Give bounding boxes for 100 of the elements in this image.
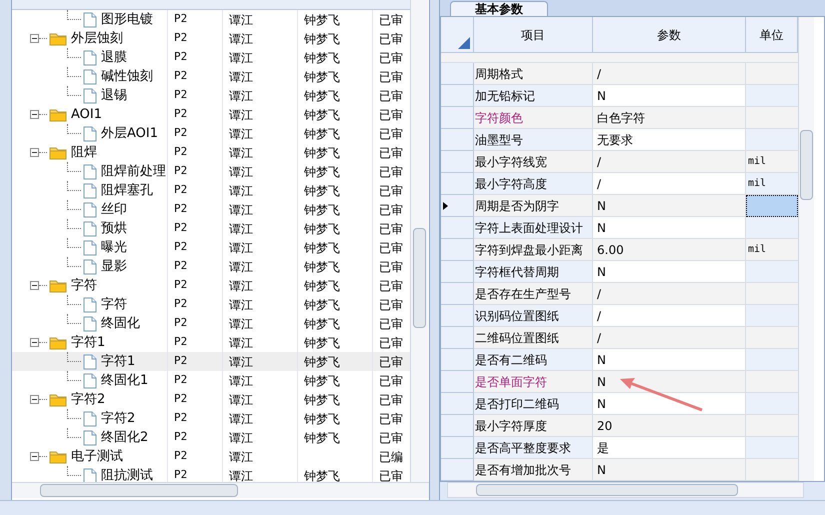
tree-node-label[interactable]: 电子测试 (71, 446, 123, 466)
collapse-icon[interactable] (30, 34, 39, 43)
parameter-value-cell[interactable]: / (593, 305, 746, 327)
parameter-value-cell[interactable]: 20 (593, 415, 746, 437)
collapse-icon[interactable] (30, 452, 39, 461)
table-cell-text: 钟梦飞 (304, 12, 340, 28)
table-cell-text: 钟梦飞 (304, 30, 340, 48)
table-cell-text: P2 (174, 315, 188, 332)
unit-cell[interactable] (746, 415, 798, 437)
unit-cell[interactable]: mil (746, 239, 798, 261)
parameter-value-cell[interactable]: / (593, 63, 746, 85)
unit-cell[interactable] (746, 85, 798, 107)
parameter-value-cell[interactable]: / (593, 283, 746, 305)
unit-cell[interactable] (746, 349, 798, 371)
horizontal-scrollbar[interactable] (447, 482, 804, 498)
unit-cell[interactable] (746, 261, 798, 283)
parameter-name: 最小字符高度 (474, 173, 593, 195)
tree-node-label[interactable]: 外层蚀刻 (71, 28, 123, 48)
scrollbar-thumb[interactable] (800, 130, 813, 200)
tree-node-label[interactable]: 曝光 (101, 238, 127, 258)
tree-node-label[interactable]: 图形电镀 (101, 10, 153, 30)
splitter-handle[interactable] (430, 0, 440, 500)
table-cell-text: P2 (174, 410, 188, 426)
collapse-icon[interactable] (30, 281, 39, 290)
collapse-icon[interactable] (30, 148, 39, 157)
tree-node-label[interactable]: 字符2 (71, 390, 106, 410)
parameter-value-cell[interactable]: / (593, 151, 746, 173)
unit-cell[interactable] (746, 371, 798, 393)
unit-cell[interactable] (746, 129, 798, 151)
tree-node-label[interactable]: 阻抗测试 (101, 466, 153, 482)
table-cell-text: 钟梦飞 (304, 182, 340, 200)
parameter-value-cell[interactable]: N (593, 195, 746, 217)
table-cell-text: 钟梦飞 (304, 88, 340, 104)
unit-cell[interactable] (746, 459, 798, 481)
document-icon (83, 50, 97, 66)
splitter-handle[interactable] (0, 0, 12, 500)
vertical-scrollbar[interactable] (410, 0, 428, 482)
vertical-scrollbar[interactable] (798, 17, 814, 481)
tree-node-label[interactable]: 阻焊 (71, 142, 97, 162)
tree-node-label[interactable]: AOI1 (71, 104, 102, 124)
unit-cell[interactable] (746, 217, 798, 239)
parameter-value-cell[interactable]: / (593, 173, 746, 195)
table-cell-text: 谭江 (229, 144, 253, 162)
parameter-value-cell[interactable]: N (593, 261, 746, 283)
parameter-value-cell[interactable]: 是 (593, 437, 746, 459)
table-cell-text: 钟梦飞 (304, 334, 340, 352)
table-cell-text: 已审 (379, 468, 403, 482)
table-cell-text: P2 (174, 258, 188, 274)
parameter-value-cell[interactable]: 白色字符 (593, 107, 746, 129)
parameter-value-cell[interactable]: N (593, 393, 746, 415)
collapse-icon[interactable] (30, 395, 39, 404)
tree-node-label[interactable]: 阻焊塞孔 (101, 180, 153, 200)
tree-node-label[interactable]: 丝印 (101, 200, 127, 220)
tree-node-label[interactable]: 字符1 (71, 332, 106, 352)
unit-cell[interactable] (746, 283, 798, 305)
selected-unit-cell[interactable] (746, 195, 798, 217)
unit-cell[interactable] (746, 327, 798, 349)
row-header[interactable] (441, 195, 474, 217)
unit-cell[interactable] (746, 107, 798, 129)
unit-cell[interactable] (746, 393, 798, 415)
current-row-icon (443, 202, 448, 210)
tree-node-label[interactable]: 字符 (71, 276, 97, 296)
tree-node-label[interactable]: 终固化 (101, 314, 140, 334)
parameter-value-cell[interactable]: N (593, 459, 746, 481)
scrollbar-thumb[interactable] (40, 484, 238, 497)
tree-node-label[interactable]: 字符 (101, 294, 127, 314)
tab[interactable]: 基本参数 (450, 1, 548, 16)
tree-node-label[interactable]: 退锡 (101, 86, 127, 106)
tree-node-label[interactable]: 字符1 (101, 352, 136, 372)
collapse-icon[interactable] (30, 110, 39, 119)
parameter-value-cell[interactable]: N (593, 349, 746, 371)
parameter-value-cell[interactable]: N (593, 217, 746, 239)
tree-node-label[interactable]: 外层AOI1 (101, 124, 158, 144)
parameter-value-cell[interactable]: / (593, 327, 746, 349)
parameter-value-cell[interactable]: 无要求 (593, 129, 746, 151)
folder-icon (49, 146, 67, 160)
scrollbar-thumb[interactable] (476, 484, 738, 496)
unit-cell[interactable]: mil (746, 151, 798, 173)
horizontal-scrollbar[interactable] (12, 482, 429, 498)
scrollbar-thumb[interactable] (413, 228, 426, 328)
tree-node-label[interactable]: 退膜 (101, 48, 127, 68)
document-icon (83, 68, 97, 84)
unit-cell[interactable] (746, 63, 798, 85)
selected-row-highlight[interactable]: 字符1 P2 谭江 钟梦飞 已审 (12, 352, 410, 371)
collapse-icon[interactable] (30, 338, 39, 347)
table-cell-text: 钟梦飞 (304, 106, 340, 124)
tree-node-label[interactable]: 终固化1 (101, 370, 148, 390)
tree-node-label[interactable]: 预烘 (101, 218, 127, 238)
unit-cell[interactable] (746, 437, 798, 459)
table-cell-text: 已审 (379, 372, 403, 390)
unit-cell[interactable] (746, 305, 798, 327)
parameter-value-cell[interactable]: 6.00 (593, 239, 746, 261)
unit-cell[interactable]: mil (746, 173, 798, 195)
tree-node-label[interactable]: 终固化2 (101, 428, 148, 448)
tree-node-label[interactable]: 显影 (101, 256, 127, 276)
tree-node-label[interactable]: 碱性蚀刻 (101, 66, 153, 86)
tree-node-label[interactable]: 字符2 (101, 408, 136, 428)
parameter-value-cell[interactable]: N (593, 371, 746, 393)
parameter-value-cell[interactable]: N (593, 85, 746, 107)
tree-node-label[interactable]: 阻焊前处理 (101, 162, 166, 182)
